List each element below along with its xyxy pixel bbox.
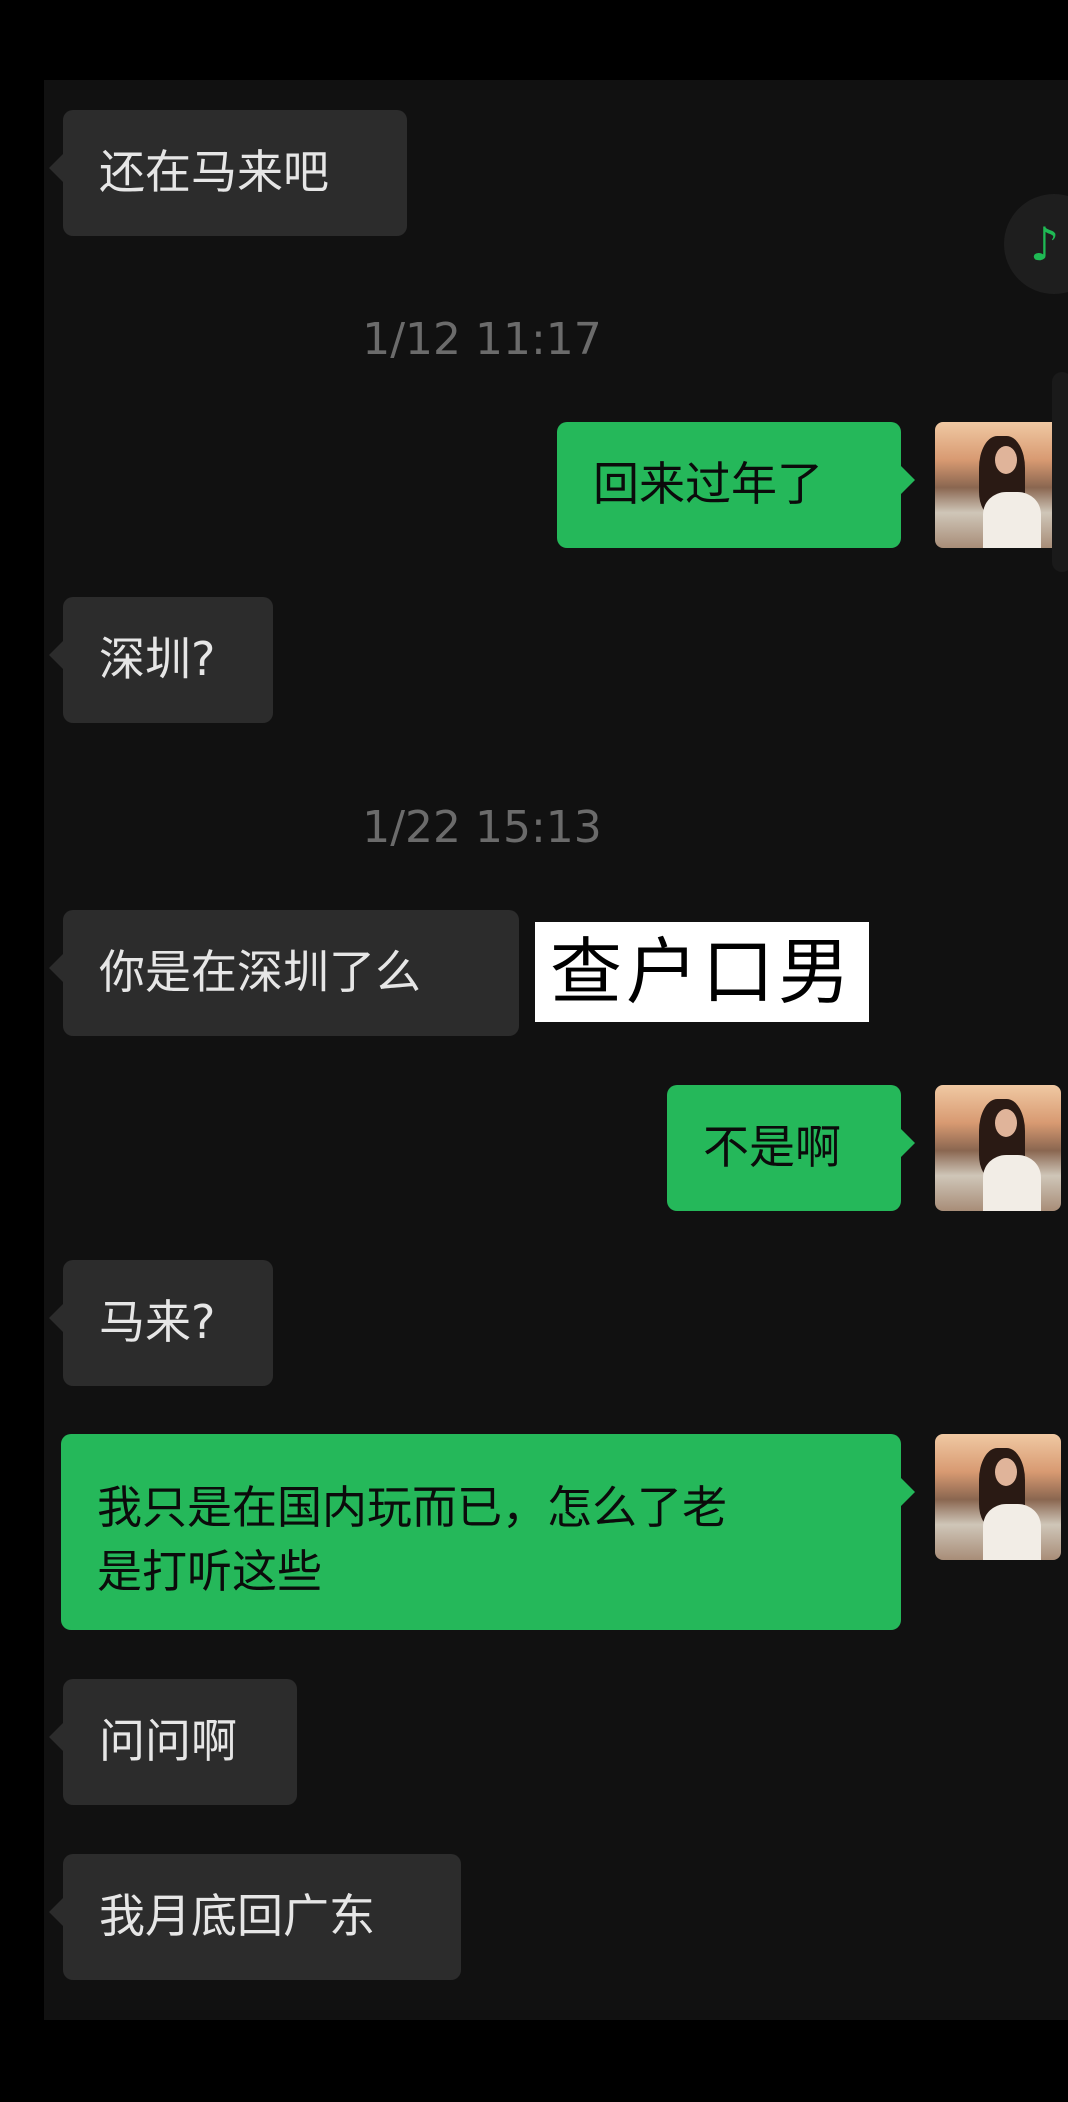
avatar-face [995,1109,1017,1137]
user-avatar[interactable] [935,1434,1061,1560]
outgoing-message[interactable]: 不是啊 [667,1085,915,1211]
overlay-caption-label: 查户口男 [535,922,869,1022]
avatar-dress [983,1504,1041,1560]
avatar-dress [983,492,1041,548]
avatar-face [995,446,1017,474]
avatar-face [995,1458,1017,1486]
incoming-message[interactable]: 深圳? [49,597,273,723]
outgoing-message[interactable]: 回来过年了 [557,422,915,548]
incoming-message[interactable]: 我月底回广东 [49,1854,461,1980]
incoming-message[interactable]: 问问啊 [49,1679,297,1805]
outgoing-message[interactable]: 我只是在国内玩而已，怎么了老 是打听这些 [61,1434,915,1630]
scroll-handle[interactable] [1052,372,1068,572]
user-avatar[interactable] [935,422,1061,548]
timestamp: 1/12 11:17 [362,314,602,365]
user-avatar[interactable] [935,1085,1061,1211]
incoming-message[interactable]: 你是在深圳了么 [49,910,519,1036]
incoming-message[interactable]: 还在马来吧 [49,110,407,236]
timestamp: 1/22 15:13 [362,802,602,853]
avatar-dress [983,1155,1041,1211]
incoming-message[interactable]: 马来? [49,1260,273,1386]
